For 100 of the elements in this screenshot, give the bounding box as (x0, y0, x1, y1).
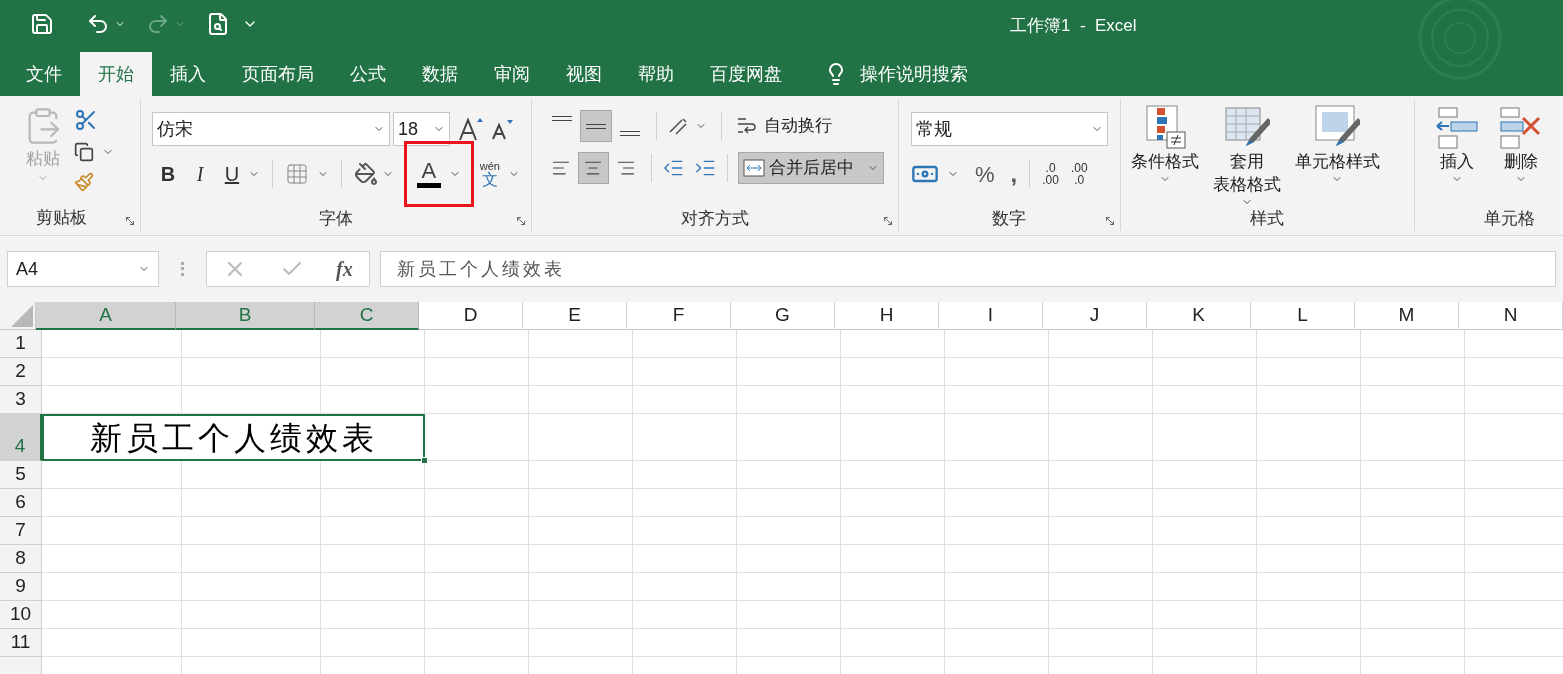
grid-cell[interactable] (1361, 414, 1465, 461)
grid-cell[interactable] (1153, 545, 1257, 573)
bold-button[interactable]: B (152, 159, 184, 189)
grid-cell[interactable] (1361, 545, 1465, 573)
grid-cell[interactable] (633, 386, 737, 414)
column-header[interactable]: B (176, 302, 315, 330)
grid-cell[interactable] (737, 629, 841, 657)
font-color-button[interactable]: A (403, 141, 474, 207)
dialog-launcher-icon[interactable] (1104, 215, 1116, 227)
grid-cell[interactable] (425, 629, 529, 657)
grid-cell[interactable] (1361, 629, 1465, 657)
grid-cell[interactable] (1153, 386, 1257, 414)
grid-cell[interactable] (42, 573, 182, 601)
grid-cell[interactable] (841, 330, 945, 358)
grid-cell[interactable] (182, 386, 321, 414)
grid-cell[interactable] (633, 414, 737, 461)
dialog-launcher-icon[interactable] (515, 215, 527, 227)
grid-cell[interactable] (182, 461, 321, 489)
dialog-launcher-icon[interactable] (124, 215, 136, 227)
row-header[interactable]: 2 (0, 358, 42, 386)
grid-cell[interactable] (321, 629, 425, 657)
grid-cell[interactable] (182, 573, 321, 601)
grid-cell[interactable] (425, 517, 529, 545)
row-header[interactable]: 4 (0, 414, 42, 461)
grid-cell[interactable] (841, 358, 945, 386)
grid-cell[interactable] (737, 461, 841, 489)
column-header[interactable]: D (419, 302, 523, 330)
grid-cell[interactable] (841, 386, 945, 414)
grid-cell[interactable] (633, 545, 737, 573)
grid-cell[interactable] (1257, 629, 1361, 657)
row-header[interactable]: 6 (0, 489, 42, 517)
grid-cell[interactable] (945, 573, 1049, 601)
grid-cell[interactable] (841, 629, 945, 657)
grid-cell[interactable] (737, 601, 841, 629)
grid-cell[interactable] (425, 601, 529, 629)
grid-cell[interactable] (1153, 517, 1257, 545)
grid-cell[interactable] (321, 358, 425, 386)
grid-cell[interactable] (425, 461, 529, 489)
grid-cell[interactable] (529, 629, 633, 657)
grid-cell[interactable] (425, 573, 529, 601)
format-painter-icon[interactable] (74, 172, 94, 192)
horizontal-align-button[interactable] (578, 152, 609, 184)
grid-cell[interactable] (1361, 358, 1465, 386)
row-header[interactable]: 3 (0, 386, 42, 414)
grid-cell[interactable] (841, 461, 945, 489)
grid-cell[interactable] (841, 517, 945, 545)
grid-cell[interactable] (42, 629, 182, 657)
ribbon-tab[interactable]: 帮助 (620, 52, 692, 96)
decrease-decimal-button[interactable]: .00 .0 (1070, 162, 1088, 186)
grid-cell[interactable] (737, 358, 841, 386)
font-name-field[interactable]: 仿宋 (152, 112, 390, 146)
grid-cell[interactable] (529, 414, 633, 461)
underline-button[interactable]: U (215, 159, 248, 189)
grid-cell[interactable] (1049, 629, 1153, 657)
grid-cell[interactable] (1257, 601, 1361, 629)
grid-cell[interactable] (1361, 386, 1465, 414)
grid-cell[interactable] (425, 358, 529, 386)
grid-cell[interactable] (425, 414, 529, 461)
borders-icon[interactable] (284, 162, 309, 186)
grid-cell[interactable] (1153, 629, 1257, 657)
insert-function-button[interactable]: fx (336, 254, 353, 284)
grid-cell[interactable] (182, 601, 321, 629)
grid-cell[interactable] (1049, 330, 1153, 358)
merged-cell[interactable]: 新员工个人绩效表 (42, 414, 425, 461)
style-button[interactable]: 套用 表格格式 (1213, 104, 1281, 208)
grid-cell[interactable] (321, 573, 425, 601)
grid-cell[interactable] (1361, 461, 1465, 489)
column-header[interactable]: G (731, 302, 835, 330)
grid-cell[interactable] (1257, 414, 1361, 461)
grid-cell[interactable] (42, 330, 182, 358)
ribbon-tab[interactable]: 审阅 (476, 52, 548, 96)
grid-cell[interactable] (1257, 461, 1361, 489)
grid-cell[interactable] (945, 489, 1049, 517)
grid-cell[interactable] (1153, 330, 1257, 358)
fill-color-icon[interactable] (353, 162, 378, 186)
grid-cell[interactable] (633, 517, 737, 545)
grid-cell[interactable] (529, 545, 633, 573)
column-header[interactable]: I (939, 302, 1043, 330)
grid-cell[interactable] (182, 358, 321, 386)
style-button[interactable]: 单元格样式 (1295, 104, 1380, 185)
grid-cell[interactable] (529, 489, 633, 517)
ribbon-tab[interactable]: 开始 (80, 52, 152, 96)
column-header[interactable]: M (1355, 302, 1459, 330)
grid-cell[interactable] (1049, 545, 1153, 573)
merge-center-button[interactable]: 合并后居中 (737, 152, 884, 184)
italic-button[interactable]: I (183, 159, 216, 189)
number-format-field[interactable]: 常规 (911, 112, 1108, 146)
grid-cell[interactable] (633, 573, 737, 601)
grid-cell[interactable] (529, 358, 633, 386)
row-header[interactable]: 11 (0, 629, 42, 657)
grid-cell[interactable] (1049, 601, 1153, 629)
grid-cell[interactable] (1153, 358, 1257, 386)
grid-cell[interactable] (42, 461, 182, 489)
print-preview-icon[interactable] (206, 12, 230, 36)
grid-cell[interactable] (42, 517, 182, 545)
grid-cell[interactable] (1257, 330, 1361, 358)
vertical-align-button[interactable] (580, 110, 612, 142)
grid-cell[interactable] (1361, 517, 1465, 545)
grid-cell[interactable] (1049, 358, 1153, 386)
ribbon-tab[interactable]: 插入 (152, 52, 224, 96)
